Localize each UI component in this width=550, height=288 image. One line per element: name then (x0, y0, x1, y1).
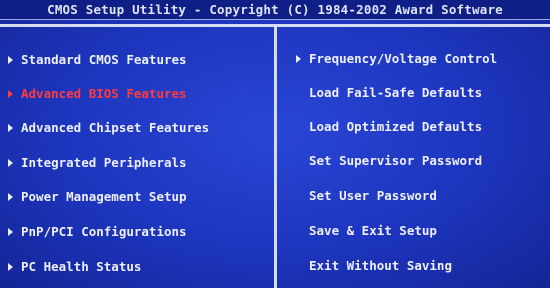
menu-item-label: Integrated Peripherals (21, 155, 187, 170)
menu-item-pnp-pci-configurations[interactable]: PnP/PCI Configurations (8, 222, 187, 242)
menu-item-label: PnP/PCI Configurations (21, 224, 187, 239)
arrow-right-icon (296, 54, 301, 63)
menu-item-set-user-password[interactable]: Set User Password (309, 186, 437, 206)
menu-item-advanced-bios-features[interactable]: Advanced BIOS Features (8, 84, 187, 104)
menu-item-label: Set User Password (309, 188, 437, 203)
menu-item-label: Standard CMOS Features (21, 52, 187, 67)
menu-item-label: Advanced BIOS Features (21, 86, 187, 101)
menu-item-frequency-voltage-control[interactable]: Frequency/Voltage Control (296, 49, 497, 69)
menu-item-load-fail-safe-defaults[interactable]: Load Fail-Safe Defaults (309, 83, 482, 103)
menu-item-set-supervisor-password[interactable]: Set Supervisor Password (309, 151, 482, 171)
menu-item-power-management-setup[interactable]: Power Management Setup (8, 187, 187, 207)
menu-item-standard-cmos-features[interactable]: Standard CMOS Features (8, 50, 187, 70)
arrow-right-icon (8, 55, 13, 64)
menu-item-label: PC Health Status (21, 259, 142, 274)
arrow-right-icon (8, 192, 13, 201)
menu-item-integrated-peripherals[interactable]: Integrated Peripherals (8, 153, 187, 173)
menu-item-label: Save & Exit Setup (309, 223, 437, 238)
menu-item-exit-without-saving[interactable]: Exit Without Saving (309, 256, 452, 276)
column-divider (274, 27, 277, 288)
menu-item-load-optimized-defaults[interactable]: Load Optimized Defaults (309, 117, 482, 137)
menu-item-label: Frequency/Voltage Control (309, 51, 498, 66)
menu-item-label: Advanced Chipset Features (21, 120, 210, 135)
menu-item-label: Set Supervisor Password (309, 153, 483, 168)
menu-item-label: Load Fail-Safe Defaults (309, 85, 483, 100)
menu-item-label: Exit Without Saving (309, 258, 452, 273)
menu-item-pc-health-status[interactable]: PC Health Status (8, 257, 141, 277)
arrow-right-icon (8, 89, 13, 98)
menu-item-save-exit-setup[interactable]: Save & Exit Setup (309, 221, 437, 241)
arrow-right-icon (8, 123, 13, 132)
arrow-right-icon (8, 227, 13, 236)
arrow-right-icon (8, 158, 13, 167)
menu-item-label: Power Management Setup (21, 189, 187, 204)
arrow-right-icon (8, 262, 13, 271)
title-bar: CMOS Setup Utility - Copyright (C) 1984-… (0, 0, 550, 20)
bios-screen: CMOS Setup Utility - Copyright (C) 1984-… (0, 0, 550, 288)
menu-item-advanced-chipset-features[interactable]: Advanced Chipset Features (8, 118, 209, 138)
menu-item-label: Load Optimized Defaults (309, 119, 483, 134)
